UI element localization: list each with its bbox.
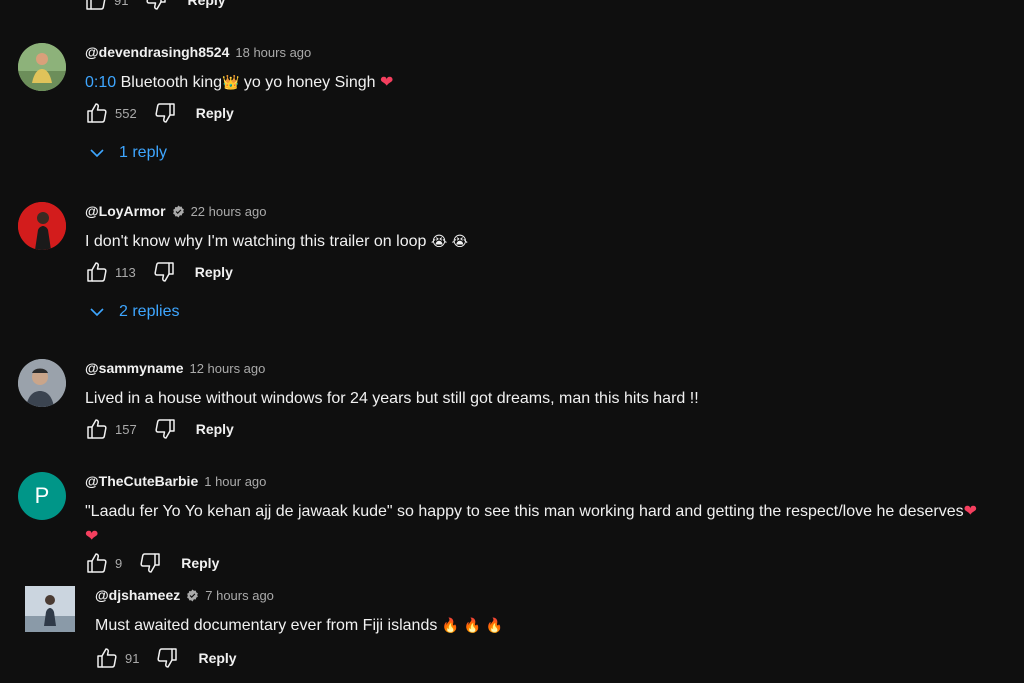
comment-time[interactable]: 22 hours ago	[191, 204, 267, 219]
comment-time[interactable]: 7 hours ago	[205, 588, 274, 603]
like-button[interactable]	[95, 646, 119, 670]
comment-time[interactable]: 1 hour ago	[204, 474, 266, 489]
thumbs-up-icon	[86, 0, 106, 10]
heart-icon: ❤	[379, 74, 394, 91]
avatar[interactable]: P	[18, 472, 66, 520]
thumbs-down-icon	[154, 262, 174, 282]
reply-button[interactable]: Reply	[196, 105, 234, 121]
like-count: 9	[115, 555, 123, 571]
view-replies-button[interactable]: 1 reply	[89, 141, 1024, 165]
chevron-down-icon	[90, 149, 104, 158]
avatar[interactable]	[18, 202, 66, 250]
comment-text-part: Bluetooth king	[116, 74, 222, 91]
fire-icon: 🔥	[463, 617, 482, 633]
comment-text-part: "Laadu fer Yo Yo kehan ajj de jawaak kud…	[85, 503, 964, 520]
comment-time[interactable]: 18 hours ago	[235, 45, 311, 60]
like-count: 91	[125, 650, 140, 666]
reply-button[interactable]: Reply	[196, 421, 234, 437]
comment-actions: 113 Reply	[85, 260, 1024, 284]
replies-label: 2 replies	[119, 303, 180, 320]
comments-panel: 91 Reply @devendrasingh8524 18 hours ago…	[0, 0, 1024, 683]
comment-text: Must awaited documentary ever from Fiji …	[95, 613, 1024, 638]
comment-text-part: Must awaited documentary ever from Fiji …	[95, 617, 438, 634]
reply-button[interactable]: Reply	[195, 264, 233, 280]
comment-text: 0:10 Bluetooth king👑 yo yo honey Singh ❤	[85, 70, 1024, 95]
comment-actions: 157 Reply	[85, 417, 1024, 441]
fire-icon: 🔥	[441, 617, 460, 633]
dislike-button[interactable]	[152, 260, 176, 284]
reply-button[interactable]: Reply	[187, 0, 225, 8]
fire-icon: 🔥	[485, 617, 504, 633]
dislike-button[interactable]	[153, 101, 177, 125]
thumbs-down-icon	[155, 419, 175, 439]
crying-face-icon: 😭	[430, 233, 448, 249]
like-count: 157	[115, 421, 137, 437]
dislike-button[interactable]	[138, 551, 162, 575]
thumbs-down-icon	[146, 0, 167, 10]
like-count: 552	[115, 105, 137, 121]
comment-text: Lived in a house without windows for 24 …	[85, 390, 699, 407]
crying-face-icon: 😭	[451, 233, 469, 249]
comment-text-part: yo yo honey Singh	[239, 74, 376, 91]
like-count: 91	[114, 0, 129, 8]
comment-time[interactable]: 12 hours ago	[189, 361, 265, 376]
like-button[interactable]	[85, 417, 109, 441]
avatar[interactable]	[25, 586, 75, 632]
dislike-button[interactable]	[155, 646, 179, 670]
comment-actions: 91 Reply	[95, 646, 1024, 670]
comment-actions: 9 Reply	[85, 551, 1024, 575]
comment-text: "Laadu fer Yo Yo kehan ajj de jawaak kud…	[85, 499, 1024, 549]
thumbs-up-icon	[97, 648, 117, 668]
thumbs-down-icon	[157, 648, 178, 668]
verified-icon	[186, 589, 199, 602]
comment-text-part: I don't know why I'm watching this trail…	[85, 233, 427, 250]
avatar-letter: P	[34, 483, 50, 508]
reply-button[interactable]: Reply	[198, 650, 236, 666]
thumbs-up-icon	[87, 262, 107, 282]
avatar[interactable]	[18, 43, 66, 91]
timestamp-link[interactable]: 0:10	[85, 74, 116, 91]
like-button[interactable]	[85, 551, 109, 575]
like-count: 113	[115, 264, 136, 280]
comment-author[interactable]: @sammyname	[85, 360, 183, 376]
comment-author[interactable]: @devendrasingh8524	[85, 44, 229, 60]
like-button[interactable]	[85, 260, 109, 284]
comment-author[interactable]: @LoyArmor	[85, 203, 166, 219]
comment-author[interactable]: @djshameez	[95, 587, 180, 603]
thumbs-down-icon	[140, 553, 160, 573]
avatar[interactable]	[18, 359, 66, 407]
comment-actions: 552 Reply	[85, 101, 1024, 125]
view-replies-button[interactable]: 2 replies	[89, 300, 1024, 324]
thumbs-up-icon	[87, 553, 107, 573]
heart-icon: ❤	[963, 503, 978, 520]
reply-button[interactable]: Reply	[181, 555, 219, 571]
thumbs-up-icon	[87, 103, 107, 123]
chevron-down-icon	[90, 308, 104, 317]
thumbs-down-icon	[155, 103, 175, 123]
crown-icon: 👑	[222, 74, 240, 90]
dislike-button[interactable]	[144, 0, 168, 12]
comment-actions-partial: 91 Reply	[84, 0, 226, 12]
thumbs-up-icon	[87, 419, 107, 439]
like-button[interactable]	[85, 101, 109, 125]
dislike-button[interactable]	[153, 417, 177, 441]
replies-label: 1 reply	[119, 144, 168, 161]
verified-icon	[172, 205, 185, 218]
comment-text: I don't know why I'm watching this trail…	[85, 229, 1024, 254]
comment-author[interactable]: @TheCuteBarbie	[85, 473, 198, 489]
like-button[interactable]	[84, 0, 108, 12]
heart-icon: ❤	[85, 528, 99, 545]
